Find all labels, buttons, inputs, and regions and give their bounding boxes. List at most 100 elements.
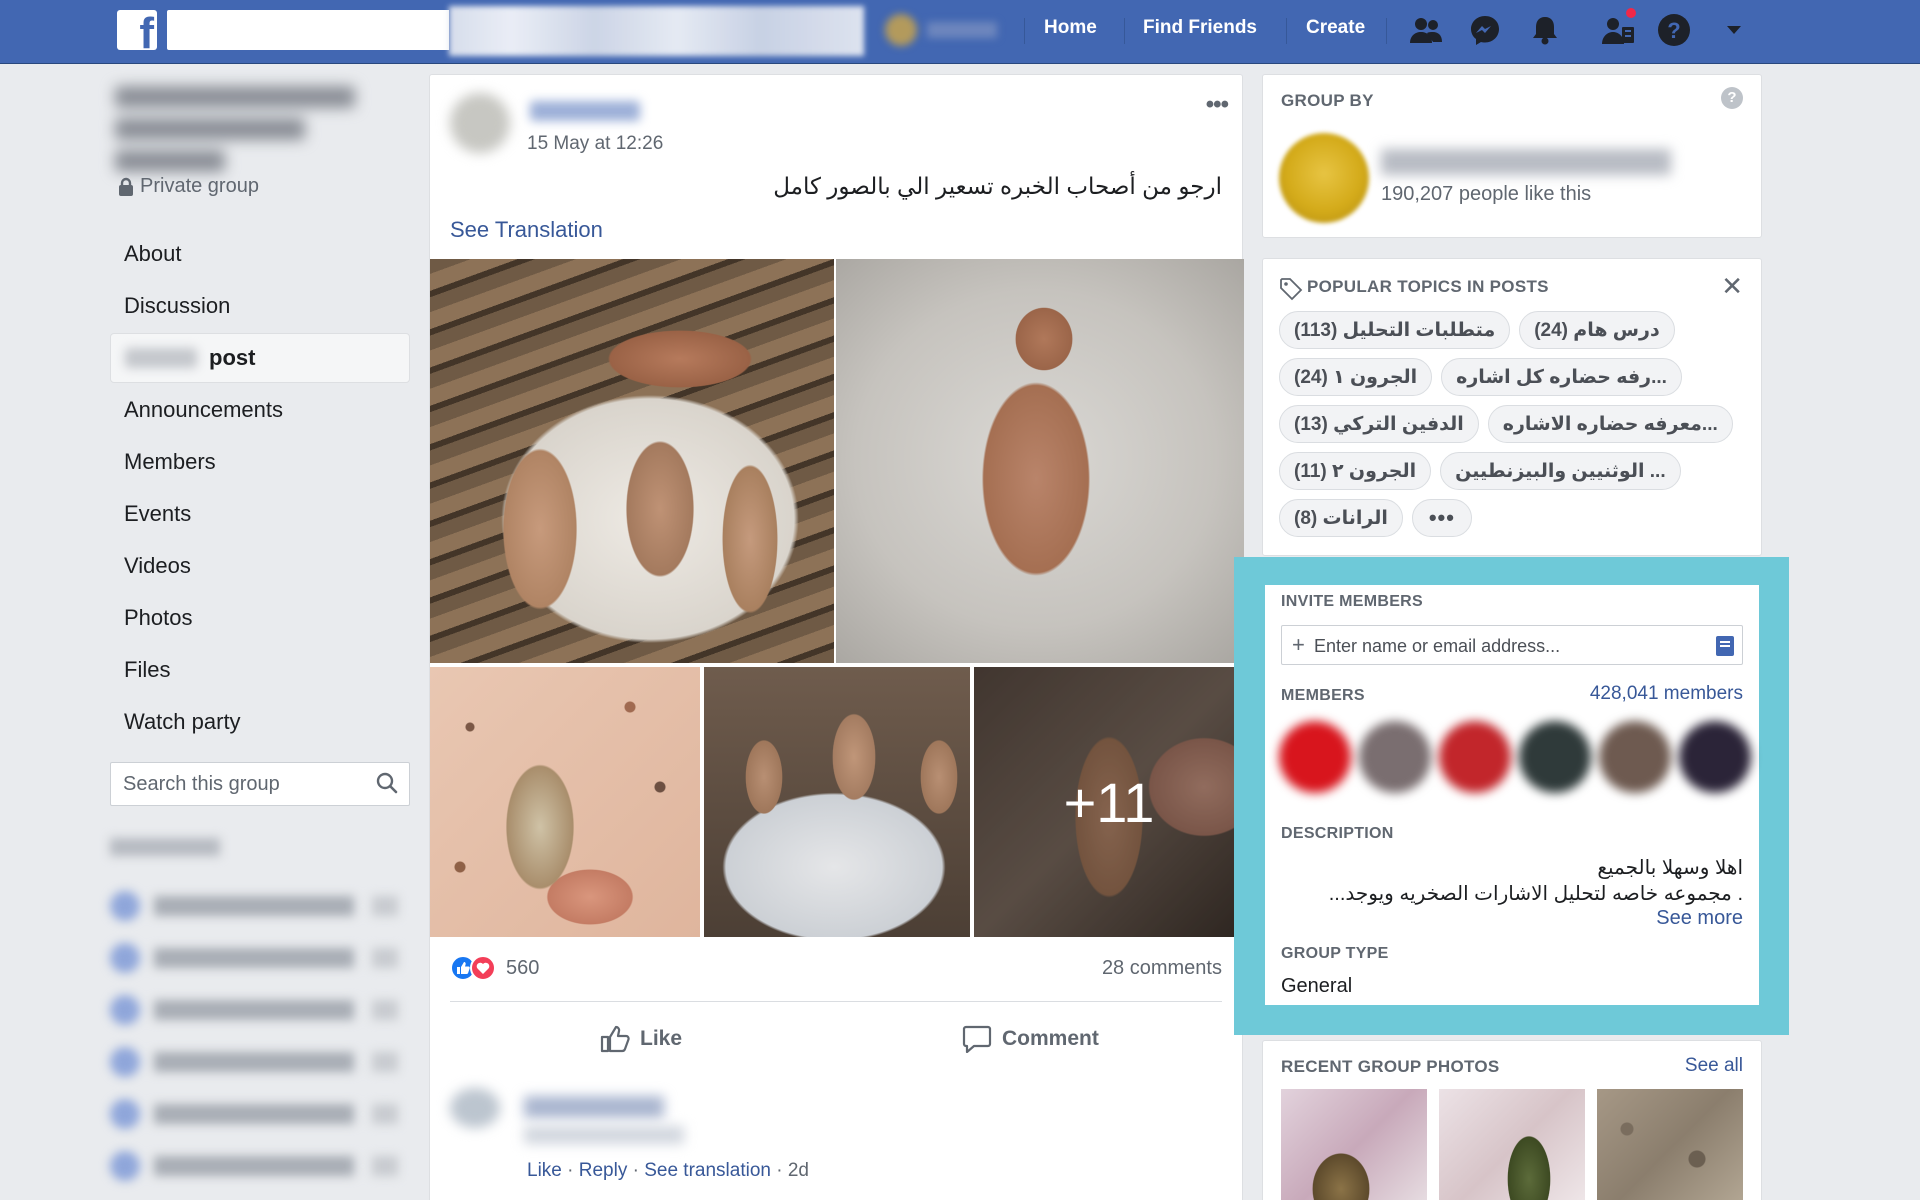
lock-icon [119, 177, 133, 196]
invite-name-email-input[interactable] [1314, 634, 1704, 658]
topic-chip[interactable]: الدفين التركي (13) [1279, 405, 1479, 443]
topic-chip[interactable]: الجرون ١ (24) [1279, 358, 1433, 396]
comment-reply-link[interactable]: Reply [579, 1160, 628, 1181]
comment-like-link[interactable]: Like [527, 1160, 562, 1181]
topic-chip[interactable]: ... الوثنيين والبيزنطيين [1440, 452, 1681, 490]
recent-photos-card: RECENT GROUP PHOTOS See all [1262, 1040, 1762, 1200]
post-text: ارجو من أصحاب الخبره تسعير الي بالصور كا… [773, 173, 1222, 199]
topic-chip[interactable]: ...رفه حضاره كل اشاره [1441, 358, 1682, 396]
comment-bubble-icon [962, 1025, 992, 1053]
notification-badge-dot [1624, 6, 1638, 20]
post-card: 15 May at 12:26 ••• ارجو من أصحاب الخبره… [429, 74, 1244, 1074]
sidebar-item-announcements[interactable]: Announcements [110, 385, 410, 435]
page-name-redacted[interactable] [1381, 149, 1671, 175]
sidebar-item-label: Photos [124, 605, 193, 630]
members-heading: MEMBERS [1281, 687, 1365, 704]
avatar[interactable] [1439, 721, 1511, 793]
like-button[interactable]: Like [600, 1019, 682, 1059]
topic-chip[interactable]: درس هام (24) [1519, 311, 1675, 349]
invite-members-heading: INVITE MEMBERS [1281, 593, 1423, 610]
nav-home-link[interactable]: Home [1044, 17, 1097, 39]
post-timestamp[interactable]: 15 May at 12:26 [527, 133, 663, 155]
sidebar-item-label: post [209, 345, 256, 370]
profile-shortcut[interactable] [885, 14, 1003, 46]
close-icon[interactable]: ✕ [1721, 271, 1743, 302]
commenter-name-redacted[interactable] [524, 1096, 664, 1118]
account-menu-chevron-icon[interactable] [1716, 12, 1752, 48]
avatar[interactable] [1279, 721, 1351, 793]
nav-create-link[interactable]: Create [1306, 17, 1365, 39]
post-photo-5[interactable]: +11 [974, 667, 1244, 937]
comment-age[interactable]: 2d [788, 1160, 809, 1181]
post-photo-2[interactable] [836, 259, 1244, 663]
search-icon[interactable] [375, 771, 399, 800]
page-avatar[interactable] [1279, 133, 1369, 223]
redacted-search-area [449, 6, 864, 56]
recent-photo-thumbnail[interactable] [1439, 1089, 1585, 1200]
sidebar-item-label: Videos [124, 553, 191, 578]
sidebar-item-members[interactable]: Members [110, 437, 410, 487]
nav-divider [1286, 18, 1287, 44]
post-photo-1[interactable] [430, 259, 834, 663]
facebook-search-input[interactable] [167, 10, 449, 50]
notifications-bell-icon[interactable] [1527, 12, 1563, 48]
group-type-heading: GROUP TYPE [1281, 945, 1389, 962]
description-text-line-2: . مجموعه خاصه لتحليل الاشارات الصخريه وي… [1328, 883, 1743, 905]
sidebar-item-videos[interactable]: Videos [110, 541, 410, 591]
post-photo-4[interactable] [704, 667, 970, 937]
page-likes: 190,207 people like this [1381, 183, 1592, 205]
sidebar-item-photos[interactable]: Photos [110, 593, 410, 643]
sidebar-item-label: Announcements [124, 397, 283, 422]
address-book-icon[interactable] [1716, 636, 1734, 656]
topic-chip[interactable]: ...معرفه حضاره الاشاره [1487, 405, 1733, 443]
sidebar-item-label: Members [124, 449, 216, 474]
comment-see-translation-link[interactable]: See translation [644, 1160, 771, 1181]
see-more-link[interactable]: See more [1656, 907, 1743, 930]
friends-icon[interactable] [1408, 12, 1444, 48]
messenger-icon[interactable] [1467, 12, 1503, 48]
description-heading: DESCRIPTION [1281, 825, 1394, 842]
recent-photo-thumbnail[interactable] [1597, 1089, 1743, 1200]
post-photo-3[interactable] [430, 667, 700, 937]
topic-chip[interactable]: الجرون ٢ (11) [1279, 452, 1432, 490]
topic-chip[interactable]: الرانات (8) [1279, 499, 1403, 537]
more-topics-button[interactable]: ••• [1411, 499, 1472, 537]
group-search-input[interactable] [123, 771, 363, 797]
comment-count-link[interactable]: 28 comments [1102, 957, 1222, 980]
sidebar-item-events[interactable]: Events [110, 489, 410, 539]
group-type-value: General [1281, 975, 1353, 997]
members-count-link[interactable]: 428,041 members [1590, 683, 1743, 705]
nav-divider [1024, 18, 1025, 44]
help-icon[interactable]: ? [1656, 12, 1692, 48]
comment-button[interactable]: Comment [962, 1019, 1099, 1059]
comment-text-redacted [524, 1126, 684, 1144]
recent-photo-thumbnail[interactable] [1281, 1089, 1427, 1200]
topic-chip[interactable]: متطلبات التحليل (113) [1279, 311, 1511, 349]
avatar[interactable] [1679, 721, 1751, 793]
reaction-summary[interactable]: 560 [450, 955, 539, 981]
sidebar-item-files[interactable]: Files [110, 645, 410, 695]
post-options-icon[interactable]: ••• [1206, 91, 1229, 119]
divider [450, 1001, 1222, 1002]
nav-find-friends-link[interactable]: Find Friends [1143, 17, 1257, 39]
facebook-f-icon[interactable]: f [117, 10, 157, 50]
popular-topics-heading: POPULAR TOPICS IN POSTS [1307, 277, 1549, 296]
avatar[interactable] [1519, 721, 1591, 793]
see-translation-link[interactable]: See Translation [450, 217, 603, 243]
sidebar-item-post[interactable]: post [110, 333, 410, 383]
invite-members-card: INVITE MEMBERS + MEMBERS 428,041 members… [1265, 585, 1759, 1005]
reaction-count: 560 [506, 956, 540, 979]
sidebar-item-about[interactable]: About [110, 229, 410, 279]
avatar[interactable] [1359, 721, 1431, 793]
see-all-photos-link[interactable]: See all [1685, 1055, 1743, 1077]
commenter-avatar[interactable] [450, 1088, 500, 1128]
author-name-redacted[interactable] [530, 101, 640, 121]
author-avatar[interactable] [450, 93, 510, 153]
sidebar-item-label: Files [124, 657, 171, 682]
sidebar-item-label: About [124, 241, 182, 266]
sidebar-item-discussion[interactable]: Discussion [110, 281, 410, 331]
help-icon[interactable]: ? [1721, 87, 1743, 109]
avatar[interactable] [1599, 721, 1671, 793]
sidebar-item-label: Discussion [124, 293, 231, 318]
sidebar-item-watch-party[interactable]: Watch party [110, 697, 410, 747]
